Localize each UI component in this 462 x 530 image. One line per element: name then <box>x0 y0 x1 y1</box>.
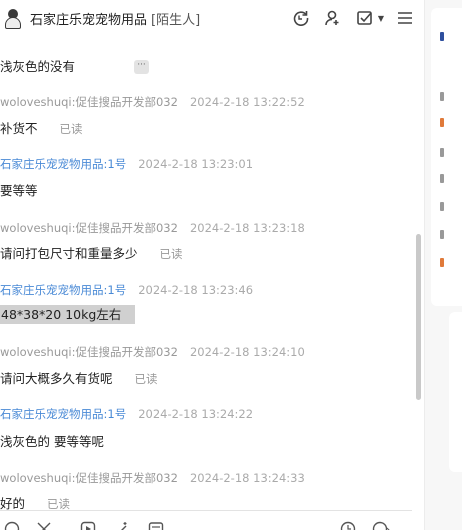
message-list[interactable]: 浅灰色的没有 ··· woloveshuqi:促佳搜品开发部032 2024-2-… <box>0 36 412 510</box>
clock-icon[interactable] <box>340 521 356 530</box>
read-status: 已读 <box>134 372 158 386</box>
message-text[interactable]: 请问打包尺寸和重量多少 已读 <box>0 243 183 262</box>
card-marker <box>440 92 444 101</box>
message-item: woloveshuqi:促佳搜品开发部032 2024-2-18 13:22:52 <box>0 94 305 110</box>
message-body[interactable]: 48*38*20 10kg左右 <box>0 305 136 324</box>
read-status: 已读 <box>59 122 83 136</box>
message-time: 2024-2-18 13:23:01 <box>138 157 254 171</box>
info-card-secondary[interactable] <box>449 312 462 472</box>
sender-name: woloveshuqi:促佳搜品开发部032 <box>0 345 178 359</box>
contact-avatar[interactable] <box>2 6 24 30</box>
message-body[interactable]: 请问大概多久有货呢 <box>0 371 113 386</box>
message-text[interactable]: 浅灰色的 要等等呢 <box>0 431 104 450</box>
chat-header: 石家庄乐宠宠物用品 [陌生人] ▼ <box>0 0 424 36</box>
contact-name[interactable]: 石家庄乐宠宠物用品 <box>30 9 147 28</box>
message-item: woloveshuqi:促佳搜品开发部032 2024-2-18 13:24:33 <box>0 470 305 486</box>
chevron-down-icon[interactable]: ▼ <box>378 14 384 23</box>
add-contact-icon[interactable] <box>322 7 344 29</box>
message-body[interactable]: 请问打包尺寸和重量多少 <box>0 246 138 261</box>
message-text[interactable]: 补货不 已读 <box>0 118 83 137</box>
message-body[interactable]: 要等等 <box>0 183 38 198</box>
message-item <box>0 36 4 42</box>
message-time: 2024-2-18 13:22:52 <box>189 95 305 109</box>
card-marker <box>440 230 444 239</box>
card-marker <box>440 32 444 41</box>
sender-name: woloveshuqi:促佳搜品开发部032 <box>0 221 178 235</box>
card-marker <box>440 258 444 267</box>
message-time: 2024-2-18 13:24:10 <box>189 345 305 359</box>
message-item: 石家庄乐宠宠物用品:1号 2024-2-18 13:23:01 <box>0 156 253 172</box>
card-marker <box>440 174 444 183</box>
message-item: woloveshuqi:促佳搜品开发部032 2024-2-18 13:24:10 <box>0 344 305 360</box>
card-marker <box>440 202 444 211</box>
message-time: 2024-2-18 13:24:33 <box>189 471 305 485</box>
message-text[interactable]: 好的 已读 <box>0 493 70 510</box>
message-text[interactable]: 48*38*20 10kg左右 <box>0 304 136 324</box>
side-panel <box>425 0 462 530</box>
message-time: 2024-2-18 13:23:46 <box>138 283 254 297</box>
refresh-icon[interactable] <box>290 7 312 29</box>
scroll-thumb[interactable] <box>416 234 421 400</box>
magic-icon[interactable] <box>114 521 130 530</box>
sender-name: woloveshuqi:促佳搜品开发部032 <box>0 471 178 485</box>
message-text[interactable]: 要等等 <box>0 180 38 199</box>
message-body[interactable]: 好的 <box>0 496 25 510</box>
more-icon[interactable]: ··· <box>134 60 149 74</box>
message-body[interactable]: 补货不 <box>0 121 38 136</box>
message-time: 2024-2-18 13:23:18 <box>189 221 305 235</box>
scissors-icon[interactable] <box>36 521 52 530</box>
read-status: 已读 <box>159 247 183 261</box>
sender-name: woloveshuqi:促佳搜品开发部032 <box>0 95 178 109</box>
message-text[interactable]: 浅灰色的没有 <box>0 56 75 75</box>
emoji-icon[interactable] <box>4 521 20 530</box>
message-item: 石家庄乐宠宠物用品:1号 2024-2-18 13:23:46 <box>0 282 253 298</box>
message-box-icon[interactable] <box>148 521 164 530</box>
message-item: 石家庄乐宠宠物用品:1号 2024-2-18 13:24:22 <box>0 406 253 422</box>
chat-window: 石家庄乐宠宠物用品 [陌生人] ▼ 浅灰色的没有 ··· woloveshuqi… <box>0 0 462 530</box>
message-time: 2024-2-18 13:24:22 <box>138 407 254 421</box>
card-marker <box>440 148 444 157</box>
sender-name: 石家庄乐宠宠物用品:1号 <box>0 157 127 171</box>
card-marker <box>440 118 444 127</box>
sender-name: 石家庄乐宠宠物用品:1号 <box>0 283 127 297</box>
message-text[interactable]: 请问大概多久有货呢 已读 <box>0 368 158 387</box>
task-check-icon[interactable] <box>354 7 376 29</box>
sender-name: 石家庄乐宠宠物用品:1号 <box>0 407 127 421</box>
stranger-tag: [陌生人] <box>151 12 201 28</box>
play-icon[interactable] <box>80 521 96 530</box>
header-toolbar: ▼ <box>290 7 416 29</box>
message-body[interactable]: 浅灰色的 要等等呢 <box>0 434 104 449</box>
message-item: woloveshuqi:促佳搜品开发部032 2024-2-18 13:23:18 <box>0 220 305 236</box>
input-toolbar <box>0 510 412 530</box>
menu-icon[interactable] <box>394 7 416 29</box>
read-status: 已读 <box>47 497 71 510</box>
chat-bubble-icon[interactable] <box>372 521 390 530</box>
info-card[interactable] <box>431 8 462 306</box>
